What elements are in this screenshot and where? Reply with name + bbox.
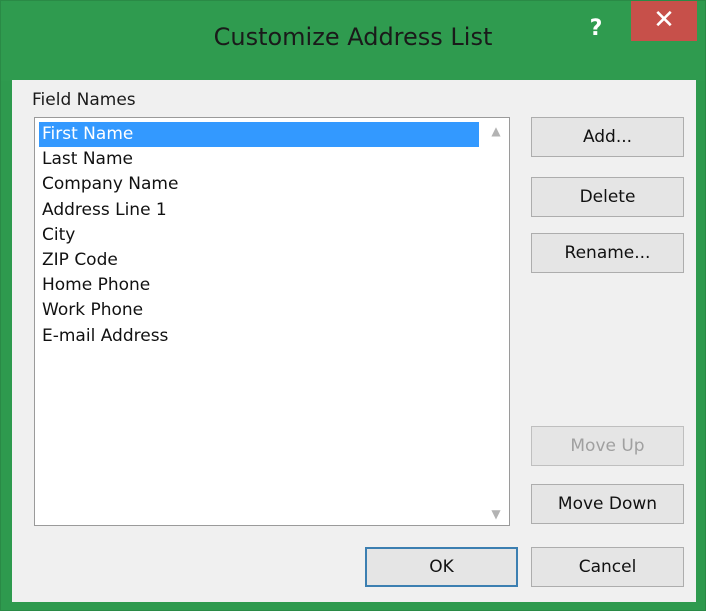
rename-button[interactable]: Rename... bbox=[531, 233, 684, 273]
delete-button[interactable]: Delete bbox=[531, 177, 684, 217]
dialog-window: Customize Address List ? ✕ Field Names F… bbox=[0, 0, 706, 611]
field-names-list[interactable]: First Name Last Name Company Name Addres… bbox=[34, 117, 510, 526]
list-item[interactable]: Company Name bbox=[39, 172, 479, 197]
title-bar[interactable]: Customize Address List ? ✕ bbox=[1, 1, 705, 81]
field-names-label: Field Names bbox=[32, 90, 136, 110]
cancel-button[interactable]: Cancel bbox=[531, 547, 684, 587]
list-item[interactable]: Home Phone bbox=[39, 273, 479, 298]
dialog-body: Field Names First Name Last Name Company… bbox=[12, 80, 696, 602]
help-button[interactable]: ? bbox=[573, 11, 619, 47]
list-scrollbar[interactable]: ▲ ▼ bbox=[485, 120, 507, 523]
scroll-down-icon[interactable]: ▼ bbox=[489, 507, 503, 521]
field-names-items: First Name Last Name Company Name Addres… bbox=[39, 122, 479, 349]
list-item[interactable]: First Name bbox=[39, 122, 479, 148]
list-item[interactable]: Work Phone bbox=[39, 298, 479, 323]
list-item[interactable]: Address Line 1 bbox=[39, 198, 479, 223]
ok-button[interactable]: OK bbox=[365, 547, 518, 587]
add-button[interactable]: Add... bbox=[531, 117, 684, 157]
scroll-up-icon[interactable]: ▲ bbox=[489, 124, 503, 138]
list-item[interactable]: ZIP Code bbox=[39, 248, 479, 273]
list-item[interactable]: City bbox=[39, 223, 479, 248]
move-down-button[interactable]: Move Down bbox=[531, 484, 684, 524]
close-button[interactable]: ✕ bbox=[631, 1, 697, 41]
list-item[interactable]: E-mail Address bbox=[39, 324, 479, 349]
list-item[interactable]: Last Name bbox=[39, 147, 479, 172]
move-up-button[interactable]: Move Up bbox=[531, 426, 684, 466]
